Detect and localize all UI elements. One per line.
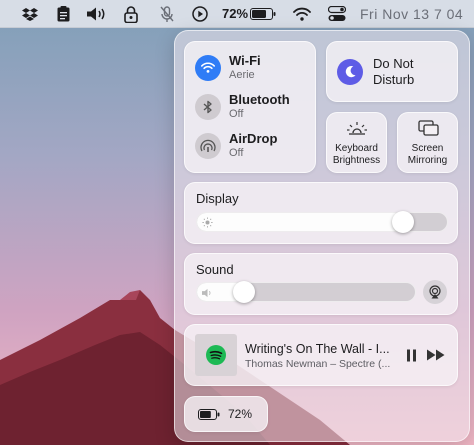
battery-level-fill	[200, 410, 211, 418]
bluetooth-row[interactable]: Bluetooth Off	[195, 92, 290, 121]
screen-mirroring-icon	[418, 120, 439, 136]
forward-icon	[427, 349, 445, 361]
airdrop-row[interactable]: AirDrop Off	[195, 131, 278, 160]
screen-mirroring-tile[interactable]: Screen Mirroring	[397, 112, 458, 173]
volume-icon[interactable]	[86, 4, 108, 24]
wifi-label: Wi-Fi	[229, 53, 261, 68]
mic-off-icon[interactable]	[158, 4, 176, 24]
next-track-button[interactable]	[425, 347, 447, 363]
keyboard-brightness-label: Keyboard Brightness	[332, 143, 381, 166]
display-slider-knob[interactable]	[392, 211, 414, 233]
battery-tile[interactable]: 72%	[184, 396, 268, 432]
do-not-disturb-toggle[interactable]	[337, 58, 363, 85]
keyboard-brightness-icon	[347, 122, 367, 135]
volume-slider-knob[interactable]	[233, 281, 255, 303]
airplay-audio-icon	[429, 285, 441, 299]
pause-button[interactable]	[403, 347, 419, 363]
bluetooth-status: Off	[229, 107, 244, 120]
wifi-toggle[interactable]	[195, 54, 221, 81]
display-title: Display	[196, 191, 239, 206]
bluetooth-toggle[interactable]	[195, 93, 221, 120]
album-art[interactable]	[195, 334, 237, 376]
dropbox-icon[interactable]	[20, 4, 40, 24]
do-not-disturb-tile[interactable]: Do Not Disturb	[326, 41, 458, 102]
keyboard-brightness-tile[interactable]: Keyboard Brightness	[326, 112, 387, 173]
spotify-icon	[206, 345, 226, 365]
play-circle-icon[interactable]	[190, 4, 210, 24]
airdrop-toggle[interactable]	[195, 132, 221, 159]
now-playing-tile: Writing's On The Wall - I... Thomas Newm…	[184, 324, 458, 386]
network-tile: Wi-Fi Aerie Bluetooth Off AirDrop Off	[184, 41, 316, 173]
do-not-disturb-label: Do Not Disturb	[373, 55, 415, 87]
menu-bar: 72% Fri Nov 13 7 04	[0, 0, 474, 28]
battery-icon	[198, 408, 220, 420]
track-title: Writing's On The Wall - I...	[245, 342, 390, 356]
control-center-icon[interactable]	[326, 4, 348, 24]
screen-mirroring-label: Screen Mirroring	[407, 143, 448, 166]
menu-bar-clock[interactable]: Fri Nov 13 7 04	[360, 6, 463, 22]
airdrop-label: AirDrop	[229, 131, 278, 146]
track-artist: Thomas Newman – Spectre (...	[245, 358, 391, 370]
volume-slider[interactable]	[196, 282, 416, 302]
wifi-row[interactable]: Wi-Fi Aerie	[195, 53, 261, 82]
display-slider-fill	[197, 213, 404, 231]
sound-title: Sound	[196, 262, 234, 277]
battery-icon[interactable]	[250, 4, 276, 24]
speaker-icon	[202, 288, 211, 298]
control-center-panel: Wi-Fi Aerie Bluetooth Off AirDrop Off Do…	[174, 30, 470, 442]
bluetooth-label: Bluetooth	[229, 92, 290, 107]
airdrop-status: Off	[229, 146, 244, 159]
wifi-icon[interactable]	[292, 4, 312, 24]
battery-percent-label: 72%	[228, 407, 253, 421]
airplay-audio-button[interactable]	[423, 280, 447, 304]
sound-tile: Sound	[184, 253, 458, 315]
battery-percent-text: 72%	[222, 6, 249, 21]
pause-icon	[406, 349, 416, 361]
wifi-network-name: Aerie	[229, 68, 255, 81]
bluetooth-icon	[203, 100, 212, 113]
wifi-icon	[201, 62, 215, 74]
display-tile: Display	[184, 182, 458, 244]
airdrop-icon	[200, 139, 216, 152]
sun-icon	[202, 217, 213, 228]
clipboard-icon[interactable]	[54, 4, 72, 24]
lock-icon[interactable]	[122, 4, 140, 24]
moon-icon	[345, 66, 356, 78]
